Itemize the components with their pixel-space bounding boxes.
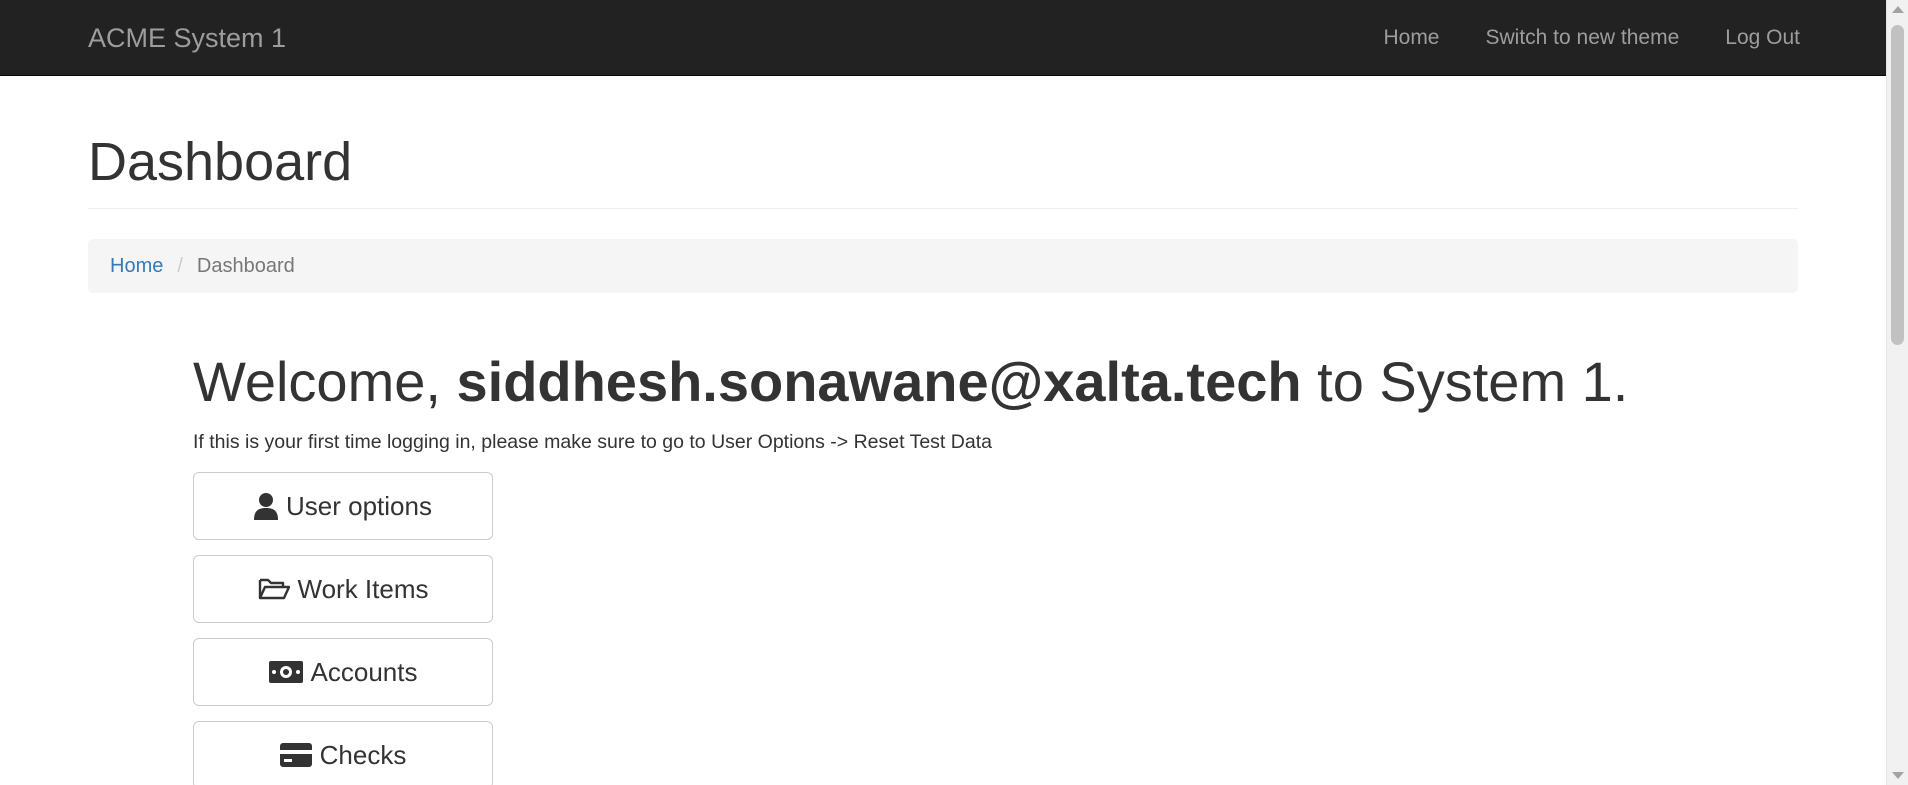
breadcrumb: Home / Dashboard	[88, 239, 1798, 293]
nav-links: Home Switch to new theme Log Out	[1383, 24, 1800, 52]
welcome-prefix: Welcome,	[193, 350, 457, 413]
nav-logout-link[interactable]: Log Out	[1725, 24, 1800, 52]
checks-label: Checks	[319, 739, 407, 770]
nav-switch-theme-link[interactable]: Switch to new theme	[1486, 24, 1680, 52]
user-options-label: User options	[286, 490, 432, 521]
accounts-label: Accounts	[310, 656, 418, 687]
checks-button[interactable]: Checks	[193, 721, 493, 785]
welcome-heading: Welcome, siddhesh.sonawane@xalta.tech to…	[193, 348, 1628, 416]
page-scrollbar[interactable]	[1886, 0, 1908, 785]
user-options-button[interactable]: User options	[193, 472, 493, 540]
credit-card-icon	[279, 743, 312, 767]
page-title: Dashboard	[88, 132, 353, 192]
welcome-suffix: to System 1.	[1301, 350, 1629, 413]
welcome-username: siddhesh.sonawane@xalta.tech	[456, 350, 1302, 413]
scroll-up-arrow-icon[interactable]	[1892, 6, 1904, 13]
scroll-down-arrow-icon[interactable]	[1892, 772, 1904, 779]
work-items-button[interactable]: Work Items	[193, 555, 493, 623]
scroll-thumb[interactable]	[1891, 25, 1904, 345]
accounts-button[interactable]: Accounts	[193, 638, 493, 706]
nav-home-link[interactable]: Home	[1383, 24, 1439, 52]
breadcrumb-current: Dashboard	[196, 254, 295, 277]
folder-open-icon	[258, 577, 290, 601]
top-navbar: ACME System 1 Home Switch to new theme L…	[0, 0, 1886, 76]
money-icon	[268, 661, 303, 683]
first-login-notice: If this is your first time logging in, p…	[193, 431, 992, 453]
header-divider	[88, 208, 1798, 209]
breadcrumb-home-link[interactable]: Home	[110, 255, 163, 278]
work-items-label: Work Items	[297, 573, 429, 604]
user-icon	[254, 492, 279, 520]
brand-link[interactable]: ACME System 1	[88, 22, 286, 54]
breadcrumb-separator: /	[177, 254, 183, 277]
